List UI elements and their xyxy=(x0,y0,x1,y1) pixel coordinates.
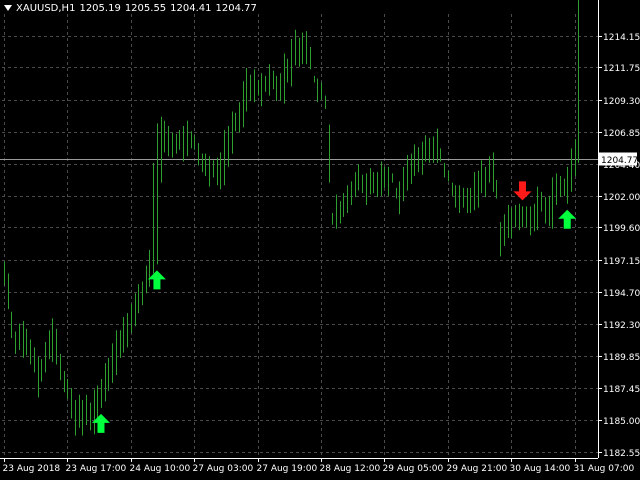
y-tick-label: 1185.00 xyxy=(603,417,640,427)
symbol-timeframe: XAUUSD,H1 xyxy=(16,3,76,14)
x-tick-label: 23 Aug 17:00 xyxy=(66,464,127,474)
y-tick-label: 1209.30 xyxy=(603,97,640,107)
current-price-label: 1204.77 xyxy=(601,156,638,166)
x-tick-label: 29 Aug 21:00 xyxy=(447,464,508,474)
price-chart[interactable]: 1214.151211.751209.301206.851204.401202.… xyxy=(0,0,640,480)
y-tick-label: 1182.55 xyxy=(603,449,640,459)
y-tick-label: 1199.60 xyxy=(603,224,640,234)
y-tick-label: 1194.70 xyxy=(603,289,640,299)
x-tick-label: 27 Aug 03:00 xyxy=(193,464,254,474)
y-tick-label: 1192.30 xyxy=(603,321,640,331)
x-tick-label: 30 Aug 14:00 xyxy=(510,464,571,474)
plot-background xyxy=(0,0,640,480)
chart-header: XAUUSD,H1 1205.19 1205.55 1204.41 1204.77 xyxy=(4,3,261,14)
y-tick-label: 1211.75 xyxy=(603,64,640,74)
x-tick-label: 24 Aug 10:00 xyxy=(130,464,191,474)
open-price: 1205.19 xyxy=(79,3,121,14)
x-tick-label: 27 Aug 19:00 xyxy=(257,464,318,474)
y-tick-label: 1197.15 xyxy=(603,257,640,267)
y-tick-label: 1187.45 xyxy=(603,385,640,395)
close-price: 1204.77 xyxy=(215,3,257,14)
x-tick-label: 28 Aug 12:00 xyxy=(320,464,381,474)
x-tick-label: 31 Aug 07:00 xyxy=(574,464,635,474)
low-price: 1204.41 xyxy=(170,3,212,14)
chart-menu-icon[interactable] xyxy=(4,5,12,11)
y-tick-label: 1214.15 xyxy=(603,33,640,43)
high-price: 1205.55 xyxy=(124,3,167,14)
y-tick-label: 1202.00 xyxy=(603,193,640,203)
x-tick-label: 29 Aug 05:00 xyxy=(383,464,444,474)
y-tick-label: 1206.85 xyxy=(603,129,640,139)
y-tick-label: 1189.85 xyxy=(603,353,640,363)
x-tick-label: 23 Aug 2018 xyxy=(3,464,61,474)
